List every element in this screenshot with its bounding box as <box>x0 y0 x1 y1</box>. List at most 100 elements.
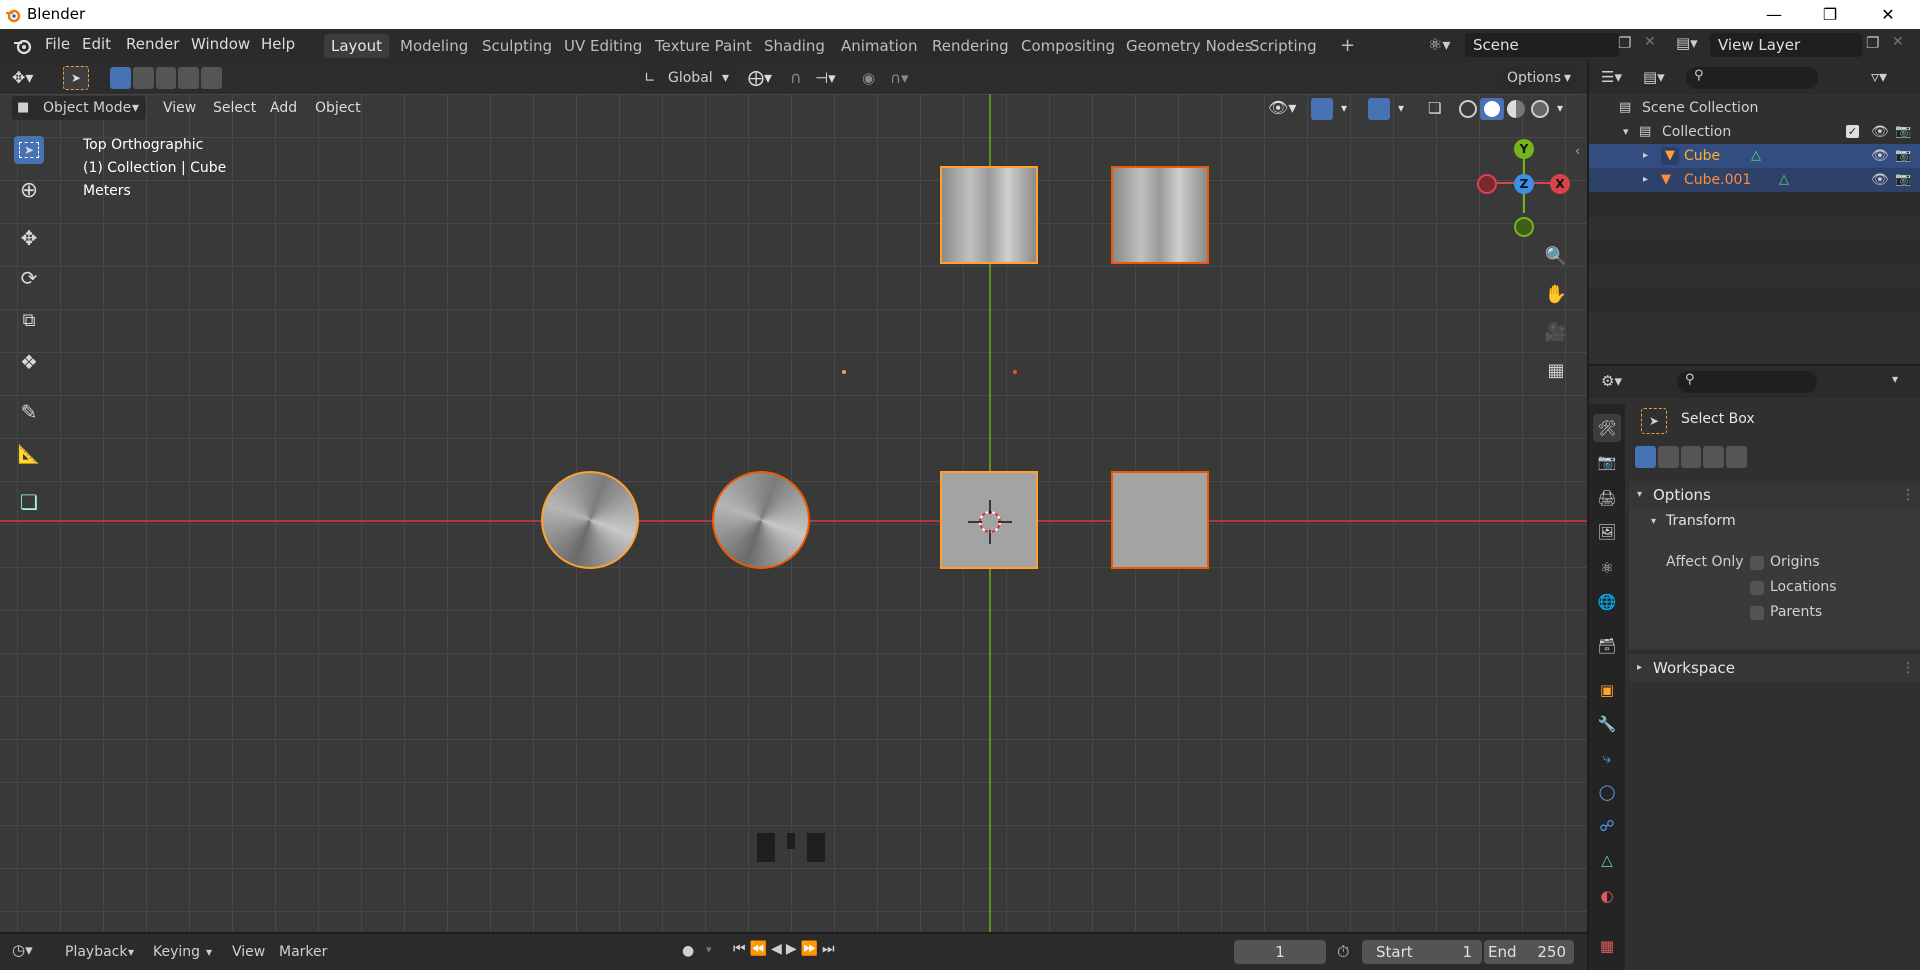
play-reverse-icon[interactable]: ◀ <box>771 941 782 963</box>
gizmo-x-negative[interactable] <box>1477 174 1497 194</box>
mode-new-icon[interactable] <box>1635 446 1656 468</box>
texture-tab[interactable]: ▦ <box>1593 932 1621 960</box>
gizmo-y-negative[interactable] <box>1514 217 1534 237</box>
cursor-tool[interactable]: ⊕ <box>14 176 44 204</box>
mode-subtract-icon[interactable] <box>1680 446 1702 468</box>
stopwatch-icon[interactable]: ⏱ <box>1337 942 1349 962</box>
outliner-search-input[interactable]: ⚲ <box>1686 67 1818 89</box>
3d-viewport[interactable]: ✥▾ ➤ ∟ Global ▾ ⨁▾ ∩ ⊣▾ ◉ ∩▾ Options ▾ ■… <box>0 62 1587 932</box>
modifier-tab[interactable]: 🔧 <box>1593 710 1621 738</box>
cylinder-side-view-active[interactable] <box>940 166 1038 264</box>
menu-edit[interactable]: Edit <box>82 35 111 53</box>
mode-extend-icon[interactable] <box>1657 446 1679 468</box>
mode-intersect-icon[interactable] <box>1726 446 1747 468</box>
output-tab[interactable]: 🖨 <box>1593 484 1621 512</box>
menu-select[interactable]: Select <box>213 96 256 120</box>
menu-marker[interactable]: Marker <box>279 944 327 960</box>
camera-icon[interactable]: 📷 <box>1895 144 1911 168</box>
properties-editor-icon[interactable]: ⚙▾ <box>1601 372 1622 390</box>
menu-view[interactable]: View <box>232 944 265 960</box>
scene-icon[interactable]: ⚛▾ <box>1428 35 1450 54</box>
menu-object[interactable]: Object <box>315 96 361 120</box>
workspace-panel-header[interactable]: ▸ Workspace ⋮⋮ <box>1629 654 1920 682</box>
cone-top-view-active[interactable] <box>541 471 639 569</box>
menu-view[interactable]: View <box>163 96 196 120</box>
select-box-tool[interactable]: ➤ <box>14 136 44 164</box>
expand-arrow-icon[interactable]: ▾ <box>1651 516 1656 527</box>
pivot-point-icon[interactable]: ⨁▾ <box>748 66 772 90</box>
mode-extend-icon[interactable] <box>132 67 154 89</box>
mode-intersect-icon[interactable] <box>201 67 222 89</box>
jump-start-icon[interactable]: ⏮ <box>733 941 746 963</box>
solid-shading-icon[interactable] <box>1480 98 1504 120</box>
current-frame-field[interactable]: 1 <box>1234 940 1326 964</box>
rotate-tool[interactable]: ⟳ <box>14 264 44 292</box>
view-layer-name-field[interactable]: View Layer <box>1710 33 1862 57</box>
object-tab[interactable]: ▣ <box>1593 676 1621 704</box>
eye-icon[interactable]: 👁 <box>1871 144 1889 168</box>
options-dropdown[interactable]: Options ▾ <box>1498 66 1578 90</box>
menu-render[interactable]: Render <box>126 35 179 53</box>
perspective-toggle-button[interactable]: ▦ <box>1540 354 1572 386</box>
cube-selected[interactable] <box>1111 471 1209 569</box>
pan-button[interactable]: ✋ <box>1540 278 1572 310</box>
scene-tab[interactable]: ⚛ <box>1593 554 1621 582</box>
menu-window[interactable]: Window <box>191 35 250 53</box>
expand-arrow-icon[interactable]: ▸ <box>1643 144 1648 168</box>
gizmo-y-positive[interactable]: Y <box>1514 139 1534 159</box>
chevron-down-icon[interactable]: ▾ <box>706 943 712 956</box>
mode-invert-icon[interactable] <box>1703 446 1725 468</box>
drag-handle-icon[interactable]: ⋮⋮ <box>1901 481 1920 509</box>
mode-subtract-icon[interactable] <box>155 67 177 89</box>
menu-add[interactable]: Add <box>270 96 297 120</box>
menu-file[interactable]: File <box>45 35 70 53</box>
measure-tool[interactable]: 📐 <box>14 440 44 468</box>
playback-dropdown[interactable]: Playback ▾ <box>56 940 140 964</box>
play-icon[interactable]: ▶ <box>786 941 797 963</box>
data-tab[interactable]: △ <box>1593 846 1621 874</box>
snap-target-icon[interactable]: ⊣▾ <box>815 66 836 90</box>
delete-scene-icon[interactable]: ✕ <box>1644 34 1656 50</box>
expand-arrow-icon[interactable]: ▸ <box>1643 168 1648 192</box>
new-view-layer-icon[interactable]: ❐ <box>1866 34 1879 52</box>
mode-new-icon[interactable] <box>110 67 131 89</box>
move-tool[interactable]: ✥ <box>14 224 44 252</box>
exclude-checkbox[interactable]: ✓ <box>1846 125 1859 138</box>
view-layer-icon[interactable]: ▤▾ <box>1676 34 1698 52</box>
expand-arrow-icon[interactable]: ▾ <box>1623 120 1629 144</box>
render-tab[interactable]: 📷 <box>1593 448 1621 476</box>
transform-tool[interactable]: ❖ <box>14 348 44 376</box>
tab-shading[interactable]: Shading <box>757 34 832 58</box>
snap-icon[interactable]: ∩ <box>790 66 802 90</box>
mesh-data-icon[interactable]: △ <box>1751 144 1761 168</box>
outliner-row-cube-001[interactable]: ▸ ▼ Cube.001 △ 👁 📷 <box>1589 168 1920 192</box>
delete-view-layer-icon[interactable]: ✕ <box>1892 34 1904 50</box>
wireframe-shading-icon[interactable] <box>1459 100 1477 118</box>
record-icon[interactable]: ● <box>682 943 694 959</box>
outliner-row-cube[interactable]: ▸ ▼ Cube △ 👁 📷 <box>1589 144 1920 168</box>
zoom-button[interactable]: 🔍 <box>1540 240 1572 272</box>
gizmo-x-positive[interactable]: X <box>1550 174 1570 194</box>
visibility-icon[interactable]: 👁▾ <box>1268 96 1296 120</box>
tab-compositing[interactable]: Compositing <box>1014 34 1122 58</box>
chevron-down-icon[interactable]: ▾ <box>1398 96 1404 120</box>
material-shading-icon[interactable] <box>1507 100 1525 118</box>
tab-sculpting[interactable]: Sculpting <box>475 34 559 58</box>
tab-rendering[interactable]: Rendering <box>925 34 1016 58</box>
jump-end-icon[interactable]: ⏭ <box>822 941 835 963</box>
tab-layout[interactable]: Layout <box>324 34 389 58</box>
maximize-button[interactable]: ❐ <box>1802 0 1858 29</box>
options-panel-header[interactable]: ▾ Options ⋮⋮ <box>1629 481 1920 509</box>
add-workspace-button[interactable]: + <box>1333 34 1362 58</box>
transform-orientation-dropdown[interactable]: ∟ Global ▾ <box>640 66 736 90</box>
parents-checkbox[interactable] <box>1750 606 1764 620</box>
scale-tool[interactable]: ⧉ <box>14 306 44 334</box>
menu-help[interactable]: Help <box>261 35 295 53</box>
properties-search-input[interactable]: ⚲ <box>1677 371 1817 393</box>
cone-top-view-selected[interactable] <box>712 471 810 569</box>
tab-scripting[interactable]: Scripting <box>1243 34 1324 58</box>
collection-tab[interactable]: 🗃 <box>1593 632 1621 660</box>
world-tab[interactable]: 🌐 <box>1593 588 1621 616</box>
material-tab[interactable]: ◐ <box>1593 882 1621 910</box>
mode-dropdown[interactable]: ■ Object Mode ▾ <box>12 96 146 120</box>
